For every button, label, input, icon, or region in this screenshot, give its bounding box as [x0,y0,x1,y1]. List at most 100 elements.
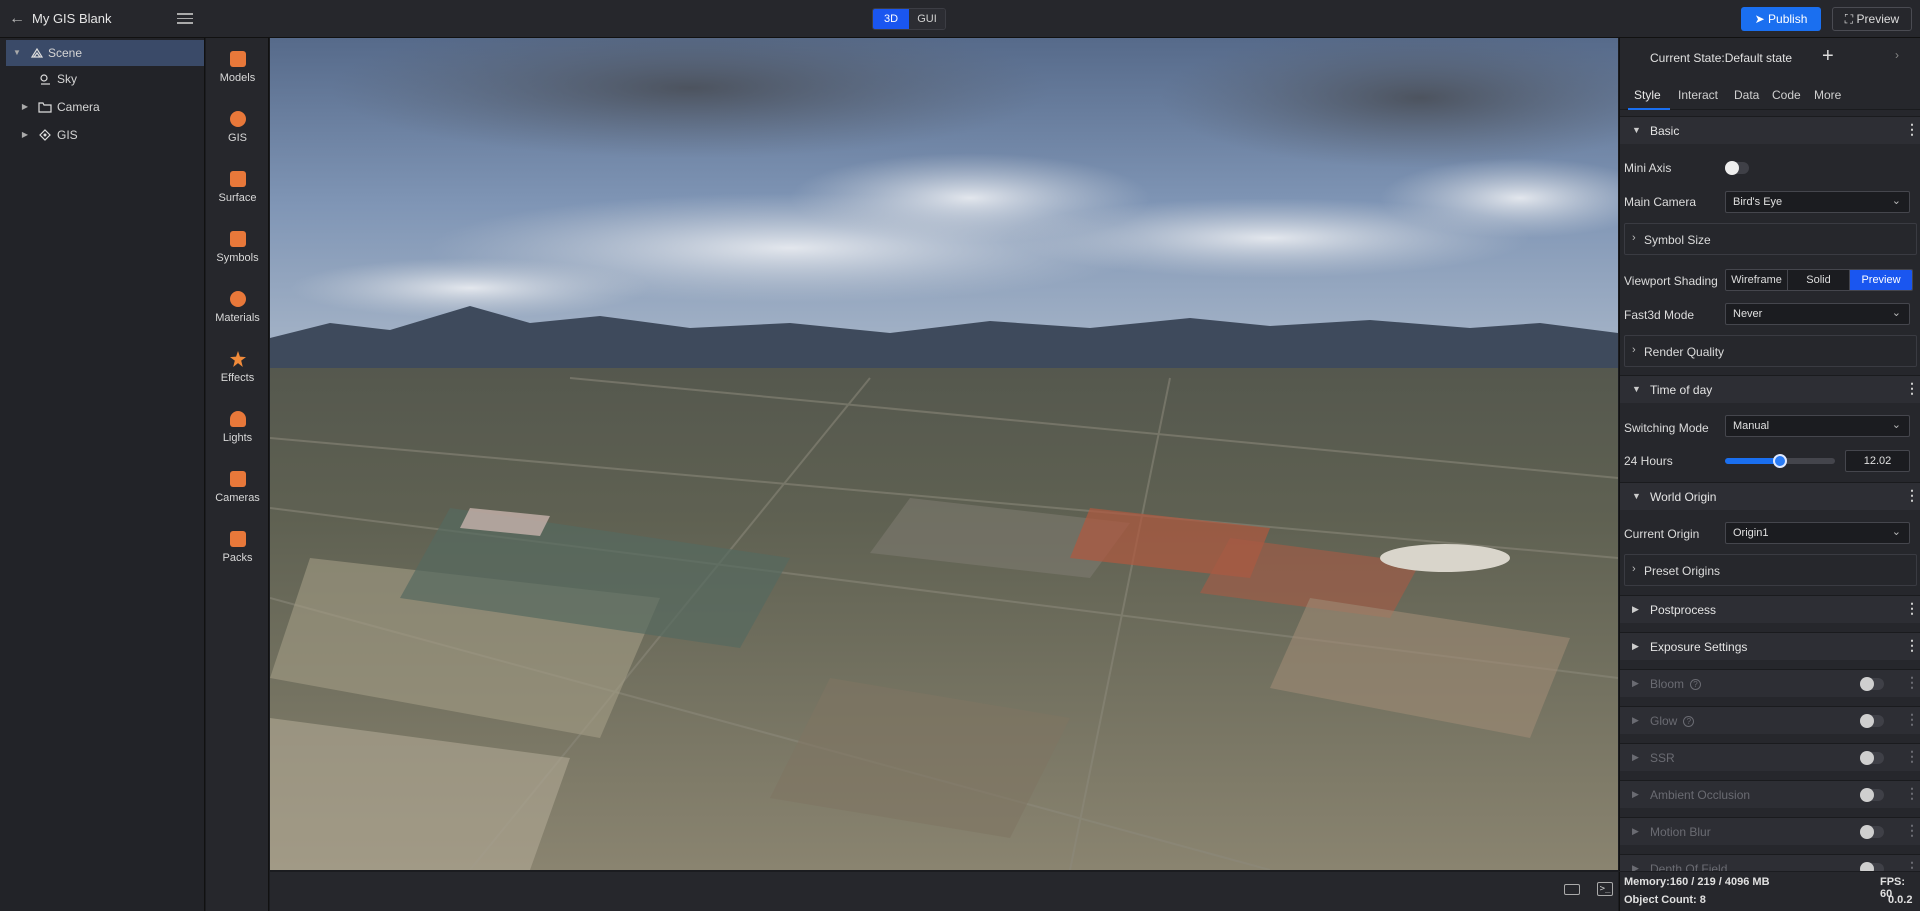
ssr-toggle[interactable] [1860,751,1884,765]
section-time-of-day[interactable]: ▼ Time of day ⋮ [1620,375,1920,403]
back-arrow-icon[interactable]: ← [8,10,26,28]
tab-data[interactable]: Data [1734,88,1759,102]
more-vertical-icon[interactable]: ⋮ [1905,488,1919,502]
section-ssr[interactable]: ▶ SSR ⋮ [1620,743,1920,771]
shading-preview-button[interactable]: Preview [1850,270,1912,290]
shading-solid-button[interactable]: Solid [1788,270,1850,290]
3d-viewport[interactable] [270,38,1618,870]
depth-of-field-toggle[interactable] [1860,862,1884,871]
main-camera-select[interactable]: Bird's Eye ⌄ [1725,191,1910,213]
expand-right-icon[interactable]: ▶ [20,94,30,120]
tree-item-sky[interactable]: Sky [6,66,204,92]
tree-label: GIS [57,128,78,142]
section-basic[interactable]: ▼ Basic ⋮ [1620,116,1920,144]
section-title: Bloom? [1650,677,1702,691]
chevron-right-icon[interactable]: › [1895,48,1899,62]
keyboard-icon[interactable] [1564,884,1580,895]
more-vertical-icon[interactable]: ⋮ [1905,122,1919,136]
section-depth-of-field[interactable]: ▶ Depth Of Field ⋮ [1620,854,1920,871]
preset-origins-group[interactable]: › Preset Origins [1624,554,1917,586]
section-title: Basic [1650,124,1680,138]
section-world-origin[interactable]: ▼ World Origin ⋮ [1620,482,1920,510]
toggle-knob [1860,677,1874,691]
select-value: Manual [1733,420,1770,432]
more-vertical-icon[interactable]: ⋮ [1905,675,1919,689]
section-title: World Origin [1650,490,1717,504]
24-hours-input[interactable]: 12.02 [1845,450,1910,472]
add-state-icon[interactable]: + [1822,45,1834,68]
help-icon[interactable]: ? [1690,679,1702,690]
24-hours-slider[interactable] [1725,454,1835,468]
tree-item-gis[interactable]: ▶ GIS [6,122,204,148]
symbol-size-group[interactable]: › Symbol Size [1624,223,1917,255]
bloom-toggle[interactable] [1860,677,1884,691]
hamburger-menu-icon[interactable] [176,10,194,28]
mini-axis-toggle[interactable] [1725,161,1749,175]
section-title: Ambient Occlusion [1650,788,1751,802]
publish-button[interactable]: ➤ Publish [1741,7,1821,31]
chevron-right-icon: › [1632,563,1636,575]
tool-surface[interactable]: Surface [206,171,269,221]
section-motion-blur[interactable]: ▶ Motion Blur ⋮ [1620,817,1920,845]
section-postprocess[interactable]: ▶ Postprocess ⋮ [1620,595,1920,623]
object-count-readout: Object Count: 8 [1624,894,1706,906]
help-icon[interactable]: ? [1683,716,1695,727]
motion-blur-toggle[interactable] [1860,825,1884,839]
render-quality-group[interactable]: › Render Quality [1624,335,1917,367]
expand-right-icon: ▶ [1632,678,1639,688]
ambient-occlusion-toggle[interactable] [1860,788,1884,802]
terminal-icon[interactable]: >_ [1597,882,1613,896]
viewport-shading-segmented: Wireframe Solid Preview [1725,269,1913,291]
more-vertical-icon[interactable]: ⋮ [1905,860,1919,871]
app-window: ← My GIS Blank 3D GUI ➤ Publish ⛶ Previe… [0,0,1920,911]
section-title: SSR [1650,751,1675,765]
section-ambient-occlusion[interactable]: ▶ Ambient Occlusion ⋮ [1620,780,1920,808]
tool-materials[interactable]: Materials [206,291,269,341]
mode-3d-button[interactable]: 3D [873,9,909,29]
tool-effects[interactable]: Effects [206,351,269,401]
more-vertical-icon[interactable]: ⋮ [1905,638,1919,652]
tree-label: Sky [57,72,78,86]
tool-lights[interactable]: Lights [206,411,269,461]
preview-button[interactable]: ⛶ Preview [1832,7,1912,31]
toggle-knob [1860,825,1874,839]
more-vertical-icon[interactable]: ⋮ [1905,712,1919,726]
more-vertical-icon[interactable]: ⋮ [1905,786,1919,800]
tab-interact[interactable]: Interact [1678,88,1718,102]
panel-tabs: Style Interact Data Code More [1620,80,1920,110]
gis-icon [39,129,51,141]
tree-item-camera[interactable]: ▶ Camera [6,94,204,120]
tool-models[interactable]: Models [206,51,269,101]
section-bloom[interactable]: ▶ Bloom? ⋮ [1620,669,1920,697]
tool-cameras[interactable]: Cameras [206,471,269,521]
status-bar: Memory:160 / 219 / 4096 MB FPS: 60 Objec… [1619,872,1920,911]
current-origin-select[interactable]: Origin1 ⌄ [1725,522,1910,544]
more-vertical-icon[interactable]: ⋮ [1905,749,1919,763]
tab-style[interactable]: Style [1634,88,1661,102]
main-camera-label: Main Camera [1624,195,1697,209]
more-vertical-icon[interactable]: ⋮ [1905,601,1919,615]
viewport-shading-label: Viewport Shading [1624,274,1718,288]
tool-packs[interactable]: Packs [206,531,269,581]
section-glow[interactable]: ▶ Glow? ⋮ [1620,706,1920,734]
expand-right-icon[interactable]: ▶ [20,122,30,148]
materials-icon [230,291,246,307]
fast3d-mode-select[interactable]: Never ⌄ [1725,303,1910,325]
tool-gis[interactable]: GIS [206,111,269,161]
chevron-down-icon: ⌄ [1891,419,1901,431]
slider-handle[interactable] [1773,454,1787,468]
tree-item-scene[interactable]: ▼ Scene [6,40,204,66]
tool-symbols[interactable]: Symbols [206,231,269,281]
tab-code[interactable]: Code [1772,88,1801,102]
tree-label: Camera [57,100,100,114]
switching-mode-select[interactable]: Manual ⌄ [1725,415,1910,437]
tab-more[interactable]: More [1814,88,1841,102]
section-exposure-settings[interactable]: ▶ Exposure Settings ⋮ [1620,632,1920,660]
shading-wireframe-button[interactable]: Wireframe [1726,270,1788,290]
symbols-icon [230,231,246,247]
expand-down-icon[interactable]: ▼ [12,40,22,66]
more-vertical-icon[interactable]: ⋮ [1905,823,1919,837]
more-vertical-icon[interactable]: ⋮ [1905,381,1919,395]
mode-gui-button[interactable]: GUI [909,9,945,29]
glow-toggle[interactable] [1860,714,1884,728]
